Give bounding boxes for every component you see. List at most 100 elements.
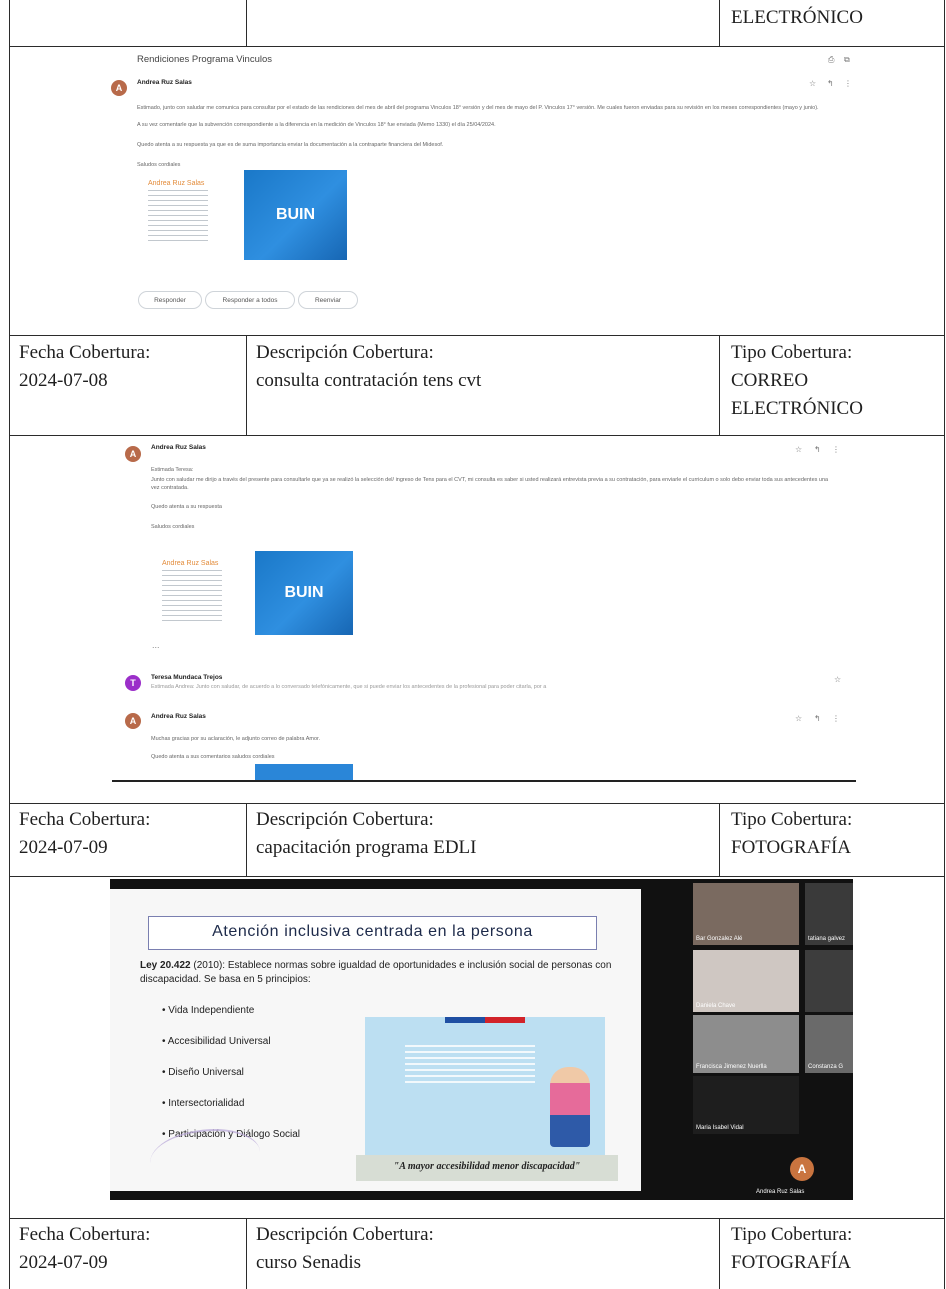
top-row-type-cell: ELECTRÓNICO [731,4,863,32]
principle-2-text: Accesibilidad Universal [167,1036,271,1047]
row1-type-cell: Tipo Cobertura: CORREO ELECTRÓNICO [731,339,863,423]
table-border-left [9,0,10,1289]
row2-description-cell: Descripción Cobertura: capacitación prog… [256,806,477,862]
buin-logo: BUIN [255,551,353,635]
row1-type-value-1: CORREO [731,370,809,391]
participant-name: Maria Isabel Vidal [696,1125,744,1131]
print-icon: ⎙ [828,55,835,64]
participant-tile-7[interactable]: Maria Isabel Vidal [692,1075,800,1135]
star-icon: ☆ [795,714,803,723]
row2-type-value-1: FOTOGRAFÍA [731,837,852,858]
row-border [9,46,945,47]
participant-tile-2[interactable]: tatiana galvez [804,882,853,946]
principle-1: • Vida Independiente [162,1005,255,1016]
email-body-line2: Quedo atenta a su respuesta [151,504,222,510]
star-icon: ☆ [834,675,842,684]
row2-date-value: 2024-07-09 [19,837,108,858]
column-divider-2-row1 [719,335,720,435]
poster-text-block [405,1045,535,1085]
participant-name: Constanza G [808,1064,844,1070]
reply-preview[interactable]: Estimada Andrea: Junto con saludar, de a… [151,684,771,690]
row2-date-cell: Fecha Cobertura: 2024-07-09 [19,806,150,862]
reply-icon: ↰ [827,79,834,88]
reply-avatar: T [125,675,141,691]
star-icon: ☆ [795,445,803,454]
third-sender: Andrea Ruz Salas [151,713,206,720]
signature-name: Andrea Ruz Salas [162,560,219,567]
row2-description-value: capacitación programa EDLI [256,837,477,858]
column-divider-2-top [719,0,720,46]
participant-tile-6[interactable]: Constanza G [804,1014,853,1074]
email-body-line3: Quedo atenta a su respuesta ya que es de… [137,142,444,148]
top-row-type-tail: ELECTRÓNICO [731,7,863,28]
column-divider-1-top [246,0,247,46]
self-name: Andrea Ruz Salas [756,1189,805,1195]
row3-date-value: 2024-07-09 [19,1252,108,1273]
inclusion-poster [365,1017,605,1155]
row-border [9,1218,945,1219]
sender-avatar: A [125,446,141,462]
trimmed-content-ellipsis[interactable]: ... [152,640,160,650]
row2-date-label: Fecha Cobertura: [19,809,151,830]
row3-date-cell: Fecha Cobertura: 2024-07-09 [19,1221,150,1277]
row1-description-label: Descripción Cobertura: [256,342,434,363]
row3-type-cell: Tipo Cobertura: FOTOGRAFÍA [731,1221,852,1277]
participant-tile-5[interactable]: Francisca Jimenez Nuerlla [692,1014,800,1074]
row2-type-cell: Tipo Cobertura: FOTOGRAFÍA [731,806,852,862]
email-body-paragraph: Estimado, junto con saludar me comunica … [137,105,819,111]
signature-name: Andrea Ruz Salas [148,180,205,187]
row1-type-value-2: ELECTRÓNICO [731,398,863,419]
slide-law-bold: Ley 20.422 [140,960,191,971]
email-body-line2: A su vez comentarle que la subvención co… [137,122,496,128]
row3-type-value-1: FOTOGRAFÍA [731,1252,852,1273]
row1-date-value: 2024-07-08 [19,370,108,391]
column-divider-2-row2 [719,803,720,876]
email-body-paragraph: Junto con saludar me dirijo a través del… [151,477,829,491]
reply-button[interactable]: Responder [138,291,202,309]
poster-children-figure [550,1067,590,1147]
email-closing: Saludos cordiales [137,162,181,168]
row1-date-label: Fecha Cobertura: [19,342,151,363]
participant-name: Bar Gonzalez Alé [696,936,743,942]
email-sender: Andrea Ruz Salas [137,79,192,86]
email-screenshot-rendiciones: Rendiciones Programa Vinculos ⎙ ⧉ A Andr… [104,46,856,321]
row1-description-cell: Descripción Cobertura: consulta contrata… [256,339,481,395]
forward-button[interactable]: Reenviar [298,291,358,309]
reply-icon: ↰ [814,714,821,723]
slide-quote: "A mayor accesibilidad menor discapacida… [393,1161,581,1172]
reply-sender: Teresa Mundaca Trejos [151,674,223,681]
column-divider-1-row1 [246,335,247,435]
participant-name: Daniela Chave [696,1003,736,1009]
slide-title: Atención inclusiva centrada en la person… [212,923,533,940]
email-sender: Andrea Ruz Salas [151,444,206,451]
table-border-right [944,0,945,1289]
row3-type-label: Tipo Cobertura: [731,1224,853,1245]
presentation-slide: Atención inclusiva centrada en la person… [110,889,641,1191]
buin-logo: BUIN [244,170,347,260]
column-divider-1-row3 [246,1218,247,1289]
row-border [9,435,945,436]
principle-3-text: Diseño Universal [168,1067,244,1078]
third-body: Muchas gracias por su aclaración, le adj… [151,736,321,742]
quote-box: "A mayor accesibilidad menor discapacida… [356,1155,618,1181]
principle-4-text: Intersectorialidad [168,1098,245,1109]
principle-2: • Accesibilidad Universal [162,1036,271,1047]
more-icon: ⋮ [832,445,840,454]
participant-name: Francisca Jimenez Nuerlla [696,1064,767,1070]
slide-law-rest: (2010): Establece normas sobre igualdad … [140,960,612,985]
screenshot-bottom-border [112,780,856,782]
participant-tile-3[interactable]: Daniela Chave [692,949,800,1013]
participant-tile-1[interactable]: Bar Gonzalez Alé [692,882,800,946]
participant-name: tatiana galvez [808,936,846,942]
more-icon: ⋮ [832,714,840,723]
row-border [9,335,945,336]
self-avatar: A [790,1157,814,1181]
more-icon: ⋮ [844,79,852,88]
participant-tile-4[interactable] [804,949,853,1013]
signature-details [162,570,222,622]
sender-avatar: A [111,80,127,96]
email-closing: Saludos cordiales [151,524,195,530]
principle-4: • Intersectorialidad [162,1098,245,1109]
reply-all-button[interactable]: Responder a todos [205,291,295,309]
row2-type-label: Tipo Cobertura: [731,809,853,830]
